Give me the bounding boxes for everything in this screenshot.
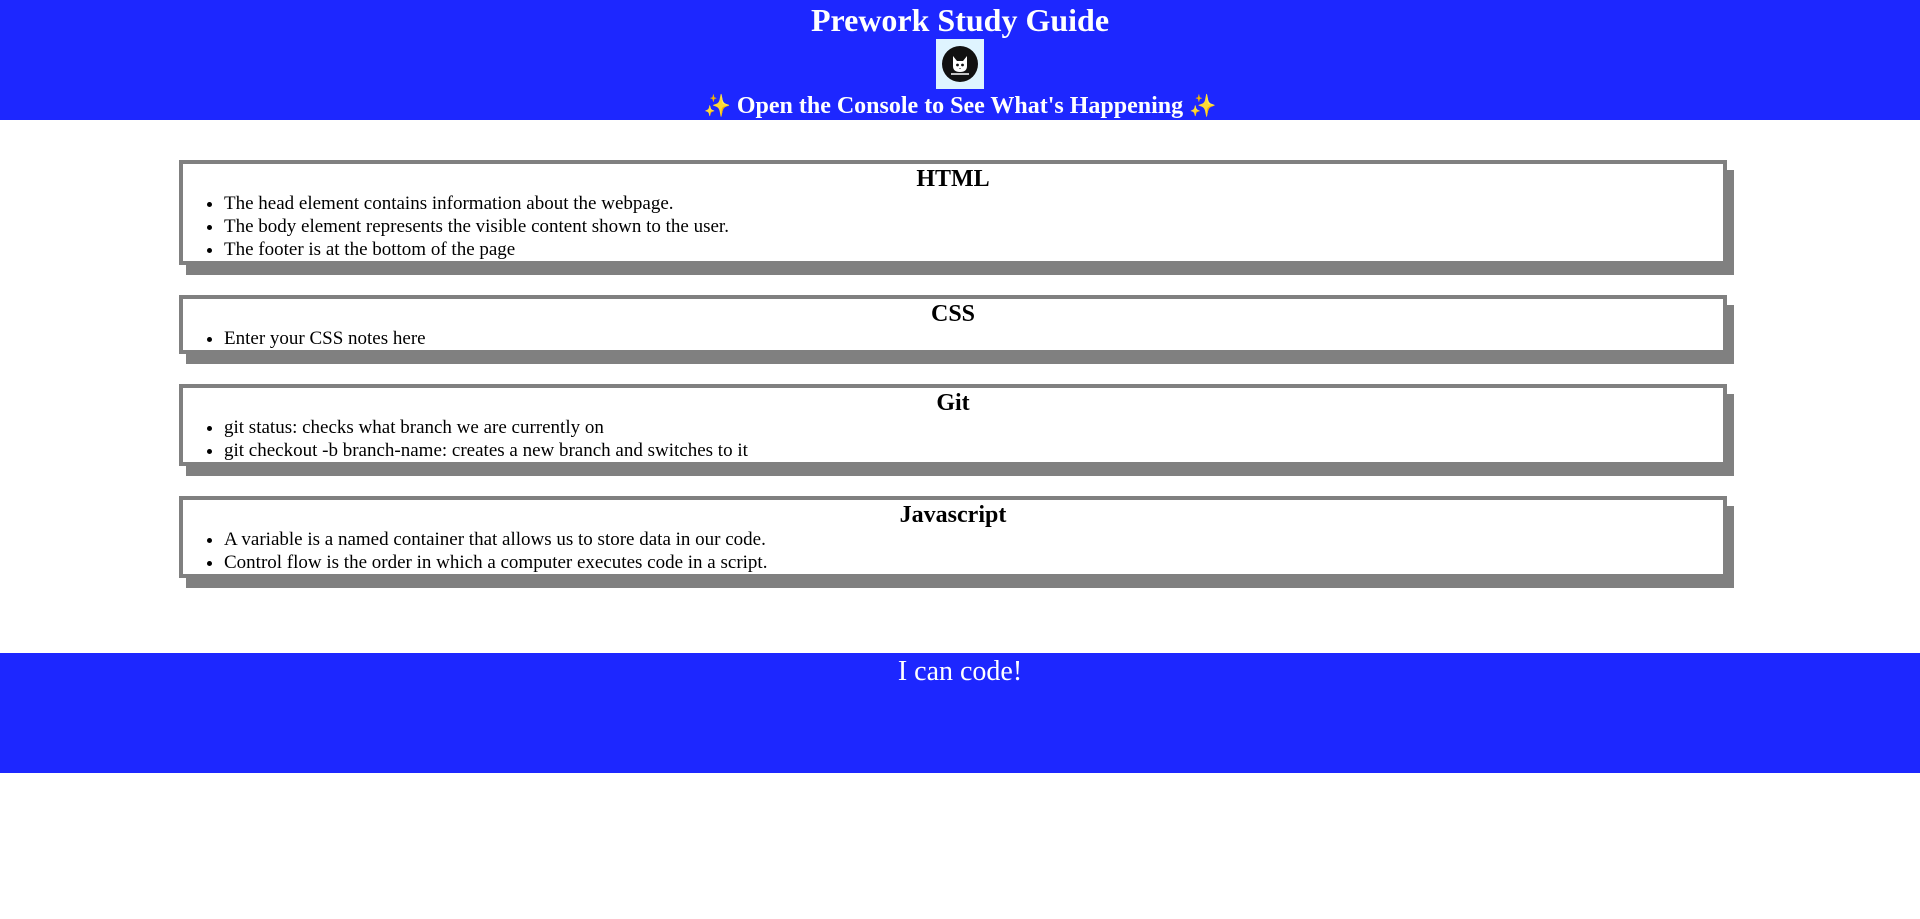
section-title: CSS: [930, 301, 976, 327]
notes-list: git status: checks what branch we are cu…: [183, 416, 1723, 462]
section-title: Git: [936, 390, 970, 416]
list-item: The body element represents the visible …: [224, 215, 1723, 238]
list-item: git status: checks what branch we are cu…: [224, 416, 1723, 439]
sparkle-icon: ✨: [1189, 94, 1217, 119]
console-subtitle: ✨ Open the Console to See What's Happeni…: [0, 89, 1920, 124]
section-title: HTML: [916, 166, 990, 192]
list-item: Enter your CSS notes here: [224, 327, 1723, 350]
list-item: A variable is a named container that all…: [224, 528, 1723, 551]
sparkle-icon: ✨: [703, 94, 731, 119]
page-footer: I can code!: [0, 653, 1920, 773]
list-item: git checkout -b branch-name: creates a n…: [224, 439, 1723, 462]
list-item: The head element contains information ab…: [224, 192, 1723, 215]
section-html: HTML The head element contains informati…: [179, 160, 1727, 265]
notes-list: The head element contains information ab…: [183, 192, 1723, 261]
list-item: Control flow is the order in which a com…: [224, 551, 1723, 574]
cat-icon: [942, 46, 978, 82]
notes-list: A variable is a named container that all…: [183, 528, 1723, 574]
subtitle-text: Open the Console to See What's Happening: [736, 93, 1184, 119]
page-title: Prework Study Guide: [810, 2, 1110, 38]
notes-list: Enter your CSS notes here: [183, 327, 1723, 350]
page-header: Prework Study Guide ✨ Open the Console t…: [0, 0, 1920, 120]
logo: [936, 39, 984, 89]
section-css: CSS Enter your CSS notes here: [179, 295, 1727, 354]
section-javascript: Javascript A variable is a named contain…: [179, 496, 1727, 578]
list-item: The footer is at the bottom of the page: [224, 238, 1723, 261]
footer-text: I can code!: [897, 656, 1023, 687]
section-git: Git git status: checks what branch we ar…: [179, 384, 1727, 466]
section-title: Javascript: [899, 502, 1007, 528]
study-guide-main: HTML The head element contains informati…: [0, 120, 1920, 653]
